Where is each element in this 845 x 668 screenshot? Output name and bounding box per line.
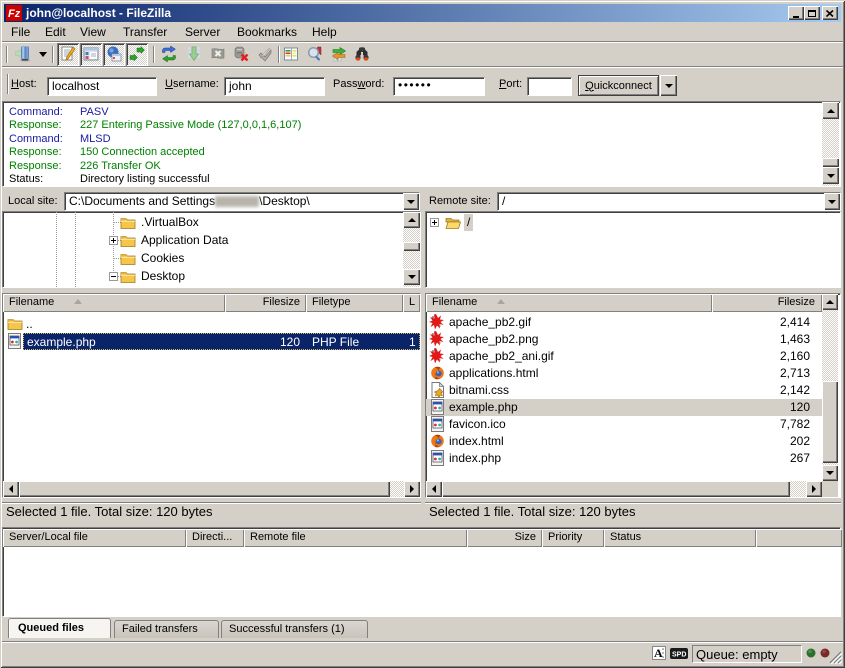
svg-text:A: A bbox=[654, 646, 663, 660]
svg-text:SPD: SPD bbox=[672, 652, 686, 659]
svg-text:Fz: Fz bbox=[8, 8, 21, 20]
